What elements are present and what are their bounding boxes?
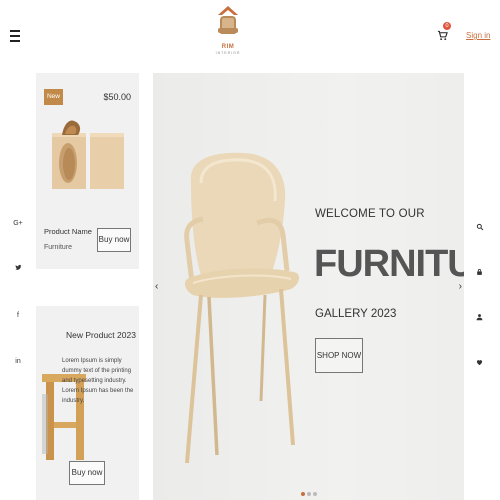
slider-prev-arrow[interactable]: ‹ xyxy=(155,281,158,292)
cart-count-badge: 0 xyxy=(443,22,451,30)
slider-dot[interactable] xyxy=(301,492,305,496)
featured-product-description: Lorem Ipsum is simply dummy text of the … xyxy=(62,358,134,404)
product-category: Furniture xyxy=(44,244,73,251)
user-icon[interactable] xyxy=(476,308,488,321)
buy-now-button[interactable]: Buy now xyxy=(97,228,131,252)
linkedin-icon[interactable]: in xyxy=(12,356,24,368)
shop-now-button[interactable]: SHOP NOW xyxy=(315,338,363,373)
product-card[interactable]: New $50.00 Product Name Furniture Buy no… xyxy=(36,73,139,269)
buy-now-button[interactable]: Buy now xyxy=(69,461,105,485)
featured-product-card[interactable]: New Product 2023 Lorem Ipsum is simply d… xyxy=(36,306,139,500)
featured-product-title: New Product 2023 xyxy=(66,330,136,340)
product-image xyxy=(52,120,124,189)
hero-chair-image xyxy=(184,152,299,464)
hero-headline: FURNITURE xyxy=(314,243,464,285)
twitter-icon[interactable] xyxy=(12,264,24,276)
slider-dots xyxy=(301,483,319,500)
new-badge: New xyxy=(44,89,63,105)
logo-name: RIM xyxy=(221,44,235,50)
social-links: G+ f in xyxy=(12,218,24,402)
logo-mark xyxy=(214,4,242,44)
lock-icon[interactable] xyxy=(476,263,488,275)
product-name: Product Name xyxy=(44,227,92,236)
hamburger-menu-icon[interactable] xyxy=(10,30,20,42)
search-icon[interactable] xyxy=(476,218,488,231)
hero-gallery-text: GALLERY 2023 xyxy=(315,308,397,320)
hero-slider: ‹ › WELCOME TO OUR FURNITURE GALLERY 202… xyxy=(153,73,464,500)
logo[interactable]: RIM INTERIOR xyxy=(210,4,246,68)
cart-button[interactable]: 0 xyxy=(437,22,451,42)
hero-welcome-text: WELCOME TO OUR xyxy=(315,208,425,220)
facebook-icon[interactable]: f xyxy=(12,310,24,322)
logo-subtitle: INTERIOR xyxy=(215,51,241,55)
cart-icon xyxy=(437,30,448,41)
side-actions xyxy=(476,218,488,398)
page: RIM INTERIOR 0 Sign in G+ f in New $50.0… xyxy=(0,0,500,500)
heart-icon[interactable] xyxy=(476,353,488,366)
slider-dot[interactable] xyxy=(307,492,311,496)
slider-dot[interactable] xyxy=(313,492,317,496)
google-plus-icon[interactable]: G+ xyxy=(12,218,24,230)
sign-in-link[interactable]: Sign in xyxy=(466,31,490,40)
product-price: $50.00 xyxy=(103,92,131,102)
